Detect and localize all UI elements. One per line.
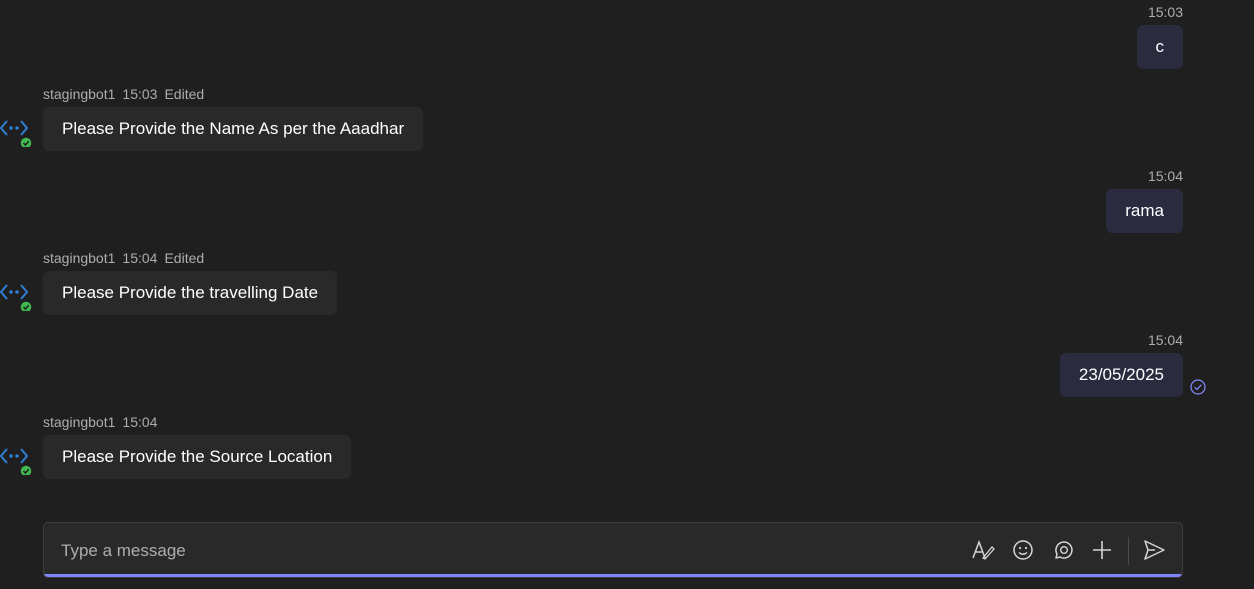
outgoing-message-bubble[interactable]: rama <box>1106 189 1183 233</box>
incoming-message-bubble[interactable]: Please Provide the travelling Date <box>43 271 338 315</box>
message-timestamp: 15:04 <box>1147 332 1183 348</box>
message-input[interactable] <box>59 535 943 567</box>
compose-focus-underline <box>44 574 1182 577</box>
sender-name: stagingbot1 <box>43 250 116 266</box>
message-header: stagingbot1 15:04 <box>43 414 164 430</box>
format-icon[interactable] <box>971 538 995 562</box>
add-icon[interactable] <box>1090 538 1114 562</box>
message-timestamp: 15:04 <box>1147 168 1183 184</box>
edited-label: Edited <box>164 86 205 102</box>
edited-label: Edited <box>164 250 205 266</box>
send-icon[interactable] <box>1142 538 1166 562</box>
sender-name: stagingbot1 <box>43 414 116 430</box>
loop-icon[interactable] <box>1051 538 1075 562</box>
message-timestamp: 15:04 <box>122 250 158 266</box>
incoming-message-bubble[interactable]: Please Provide the Name As per the Aaadh… <box>43 107 424 151</box>
incoming-message-bubble[interactable]: Please Provide the Source Location <box>43 435 352 479</box>
outgoing-message-bubble[interactable]: 23/05/2025 <box>1059 353 1183 397</box>
message-header: stagingbot1 15:03 Edited <box>43 86 211 102</box>
message-timestamp: 15:04 <box>122 414 158 430</box>
message-timestamp: 15:03 <box>122 86 158 102</box>
bot-avatar-icon[interactable] <box>0 277 34 311</box>
sender-name: stagingbot1 <box>43 86 116 102</box>
toolbar-divider <box>1128 537 1129 565</box>
bot-avatar-icon[interactable] <box>0 113 34 147</box>
compose-box[interactable] <box>43 522 1183 578</box>
message-header: stagingbot1 15:04 Edited <box>43 250 211 266</box>
message-timestamp: 15:03 <box>1147 4 1183 20</box>
outgoing-message-bubble[interactable]: c <box>1136 25 1183 69</box>
emoji-icon[interactable] <box>1011 538 1035 562</box>
read-receipt-icon <box>1190 379 1206 395</box>
bot-avatar-icon[interactable] <box>0 441 34 475</box>
chat-thread: 15:03 c stagingbot1 15:03 Edited Please Pr… <box>0 0 1254 589</box>
